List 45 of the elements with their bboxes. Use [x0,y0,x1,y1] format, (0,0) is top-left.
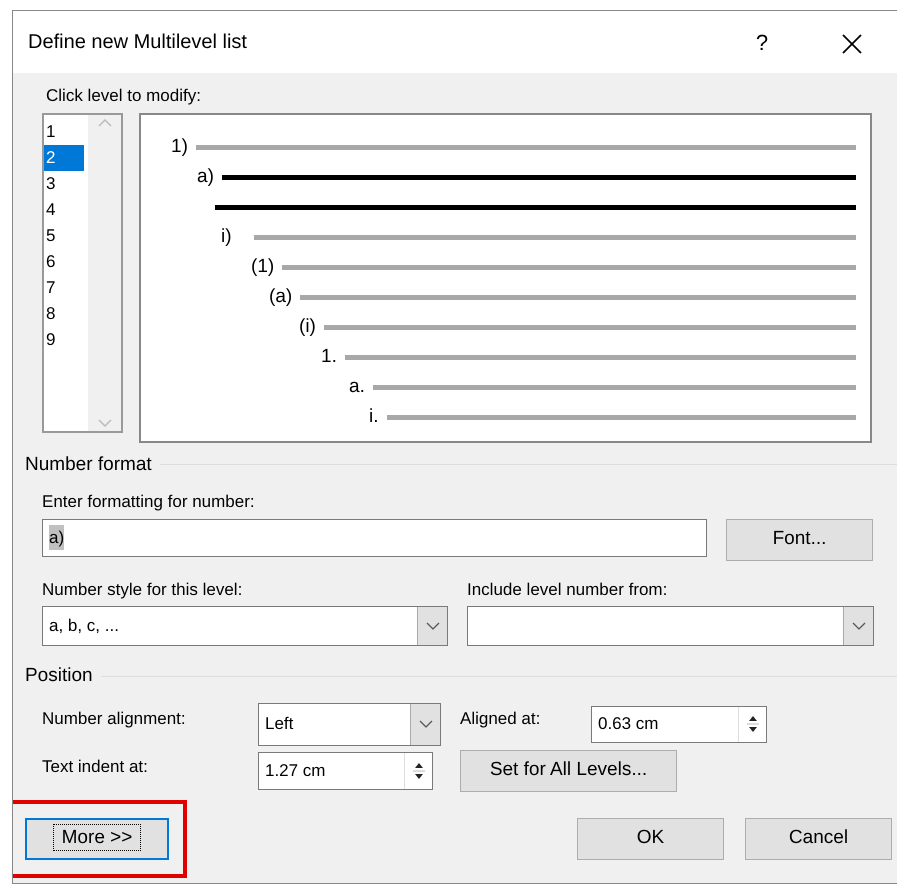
help-button[interactable]: ? [717,26,807,58]
level-item[interactable]: 5 [44,222,84,248]
chevron-down-icon [418,720,432,728]
level-number: a) [197,165,214,190]
section-title: Position [25,664,93,688]
field-label: Number alignment: [42,708,187,730]
level-number: a. [349,375,365,400]
field-label: Number style for this level: [42,578,244,600]
level-item[interactable]: 1 [44,118,84,144]
text-indent-spinbox[interactable]: 1.27 cm [258,752,433,790]
close-icon[interactable] [841,32,863,55]
field-label: Enter formatting for number: [42,491,256,513]
level-number: i) [221,225,232,250]
level-item[interactable]: 9 [44,326,84,352]
level-number: (1) [251,255,274,280]
field-label: Aligned at: [460,708,542,730]
level-number: (a) [269,285,292,310]
cancel-button[interactable]: Cancel [745,818,892,860]
level-number: i. [369,405,378,430]
dialog-title: Define new Multilevel list [28,30,247,55]
field-label: Text indent at: [42,756,149,778]
chevron-down-icon [426,622,440,630]
field-label: Include level number from: [467,578,668,600]
section-title: Number format [25,452,152,476]
level-listbox[interactable]: 1 2 3 4 5 6 7 8 9 [42,112,123,432]
level-item[interactable]: 7 [44,274,84,300]
level-item[interactable]: 6 [44,248,84,274]
font-button[interactable]: Font... [726,518,873,560]
level-item[interactable]: 3 [44,170,84,196]
level-number: 1. [321,345,337,370]
alignment-dropdown[interactable]: Left [258,702,441,746]
level-number-dropdown[interactable] [467,606,874,646]
aligned-at-spinbox[interactable]: 0.63 cm [591,706,767,742]
format-input[interactable]: a) [42,518,707,556]
chevron-down-icon [852,622,866,630]
more-button[interactable]: More >> [25,818,169,860]
level-number: 1) [171,135,188,160]
level-item[interactable]: 2 [44,144,84,170]
set-all-levels-button[interactable]: Set for All Levels... [460,750,677,792]
field-label: Click level to modify: [45,85,202,107]
level-number: (i) [299,315,316,340]
number-style-dropdown[interactable]: a, b, c, ... [42,606,448,646]
ok-button[interactable]: OK [577,818,724,860]
level-item[interactable]: 8 [44,300,84,326]
level-item[interactable]: 4 [44,196,84,222]
